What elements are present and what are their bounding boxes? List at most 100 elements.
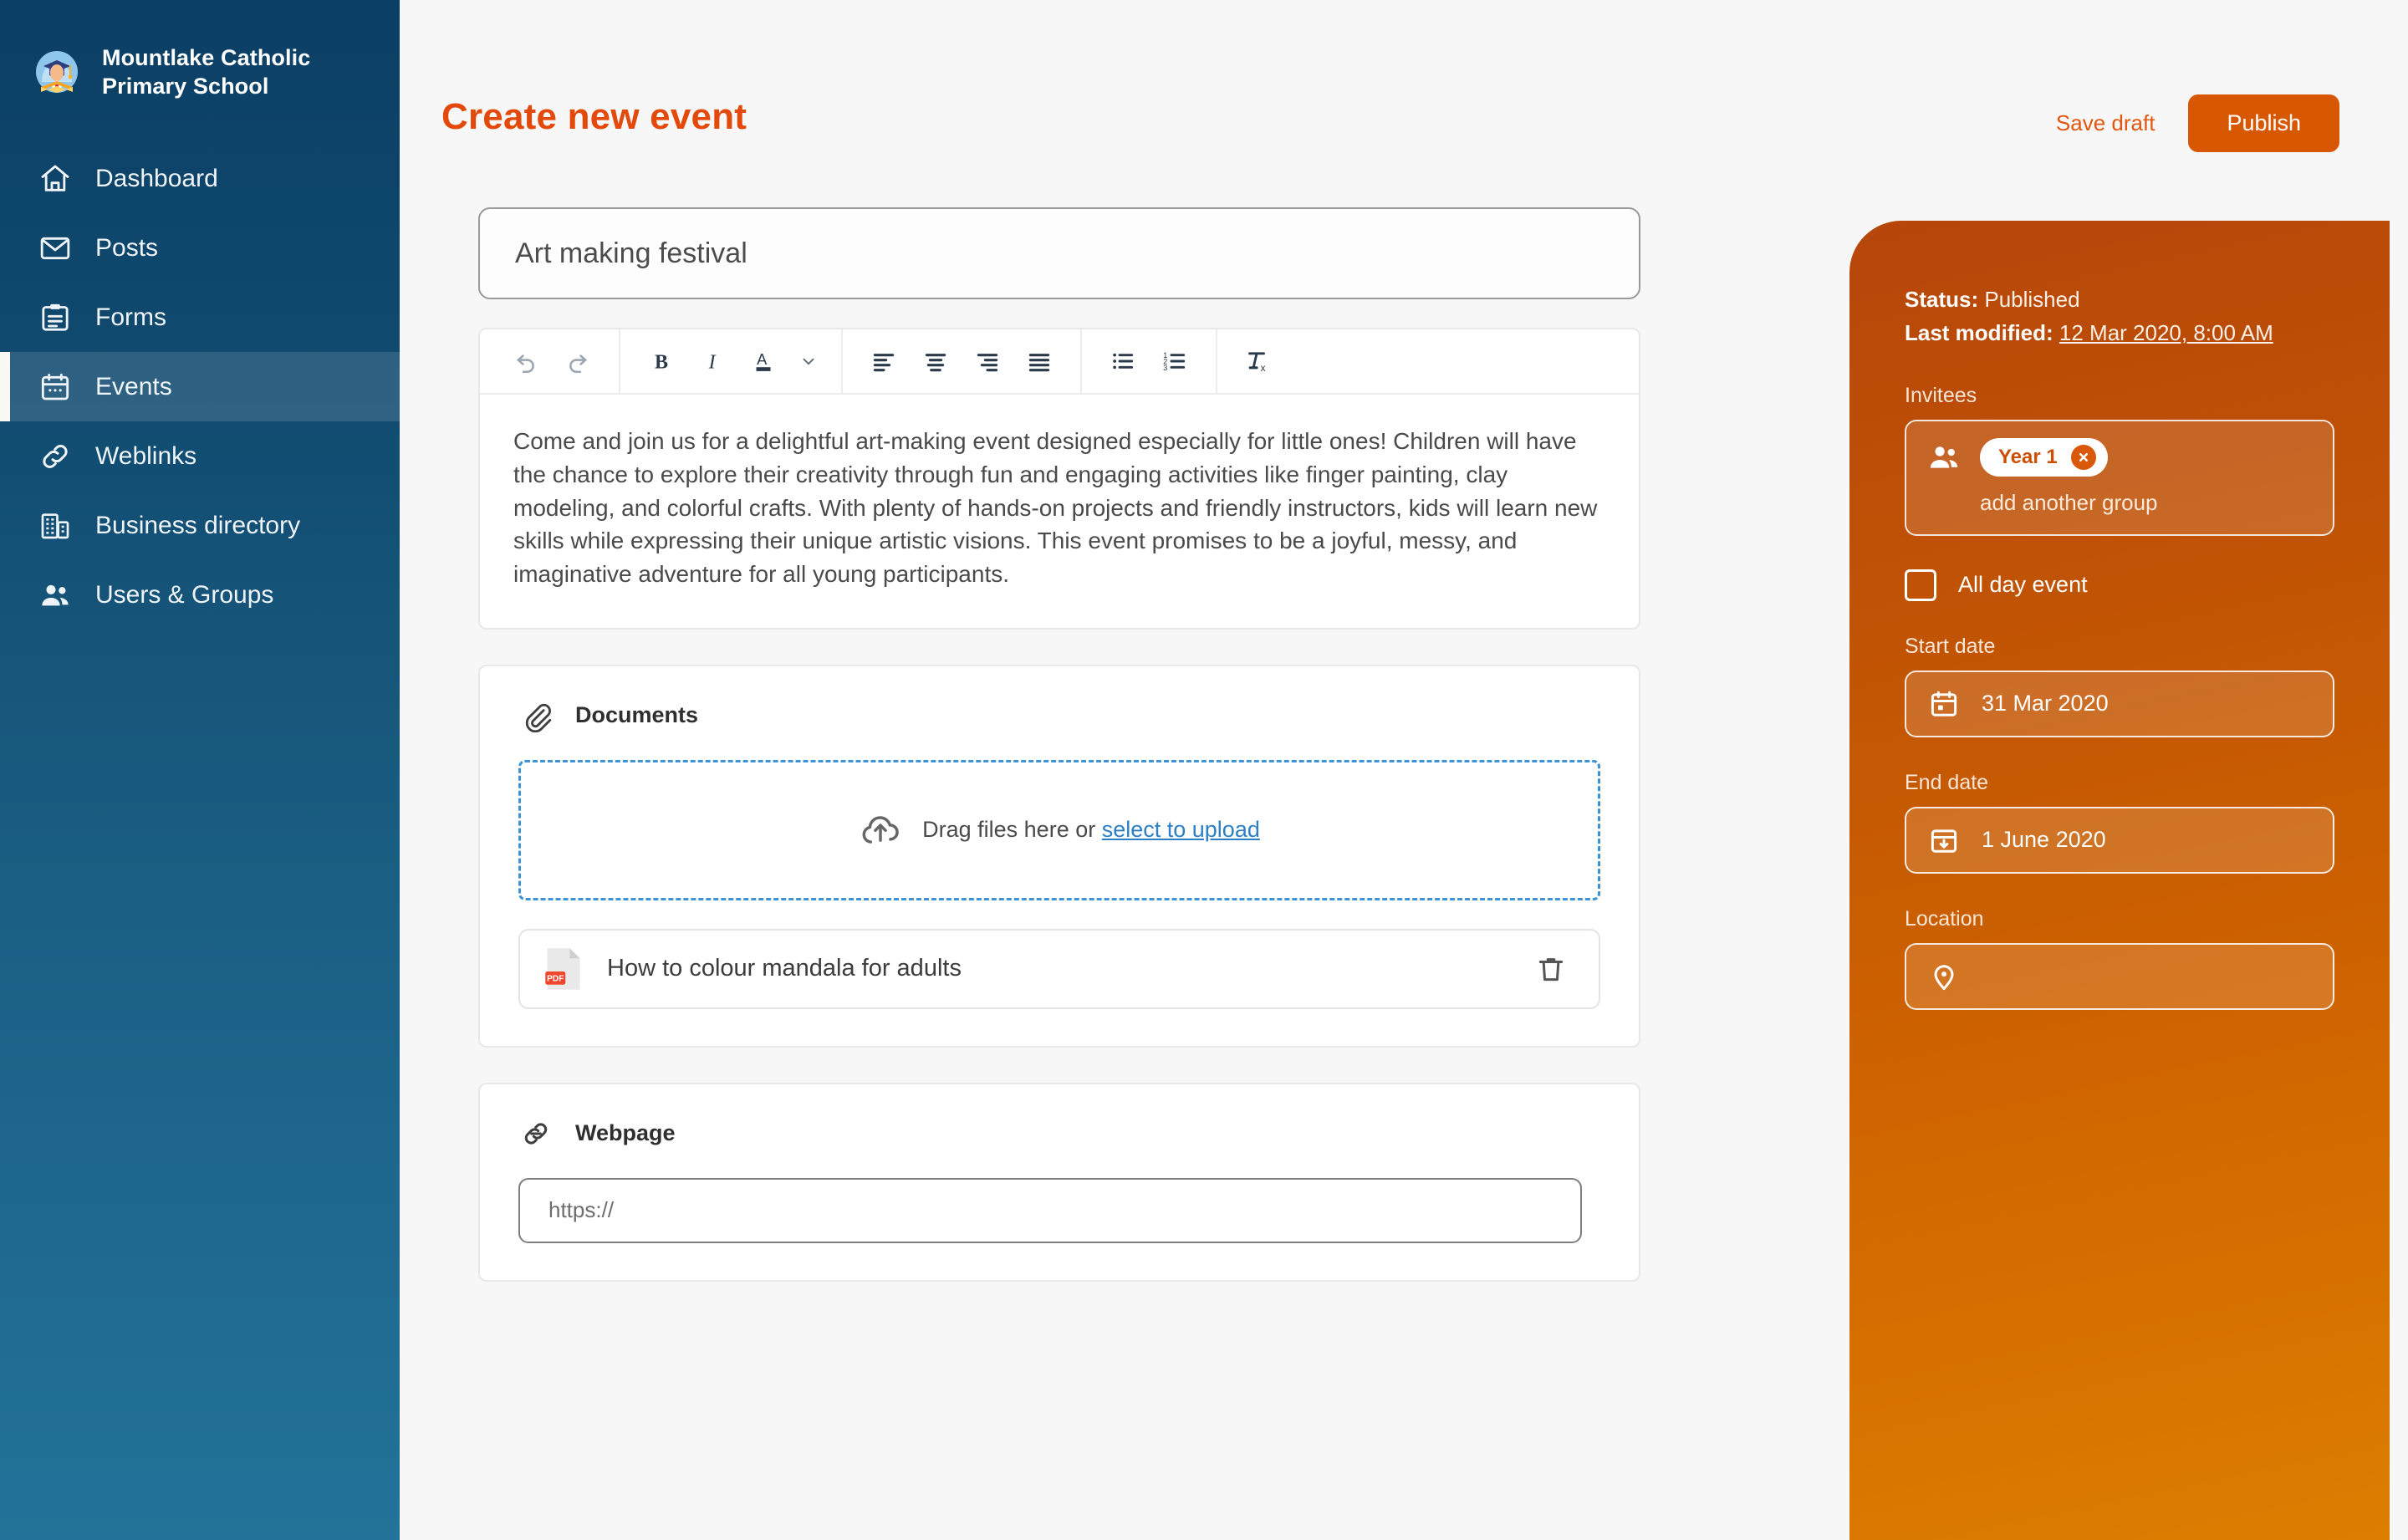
sidebar-item-label: Business directory xyxy=(95,511,301,539)
invitees-label: Invitees xyxy=(1905,383,1977,407)
school-name-line1: Mountlake Catholic xyxy=(102,44,311,70)
sidebar-item-posts[interactable]: Posts xyxy=(0,213,400,283)
status-value: Published xyxy=(1984,287,2080,312)
documents-section: Documents Drag files here or select to u… xyxy=(478,664,1640,1048)
topbar-actions: Save draft Publish xyxy=(2053,94,2339,152)
italic-icon[interactable]: I xyxy=(691,339,736,384)
calendar-icon xyxy=(1928,688,1960,720)
all-day-checkbox[interactable] xyxy=(1905,569,1936,601)
sidebar-item-forms[interactable]: Forms xyxy=(0,283,400,352)
building-icon xyxy=(38,509,72,543)
last-modified-value[interactable]: 12 Mar 2020, 8:00 AM xyxy=(2059,320,2273,345)
sidebar: Mountlake Catholic Primary School Dashbo… xyxy=(0,0,400,1540)
school-name-line2: Primary School xyxy=(102,74,269,99)
align-justify-icon[interactable] xyxy=(1017,339,1062,384)
text-color-icon[interactable]: A xyxy=(742,339,788,384)
last-modified-row: Last modified: 12 Mar 2020, 8:00 AM xyxy=(1905,316,2334,349)
select-to-upload-link[interactable]: select to upload xyxy=(1102,817,1260,842)
clipboard-icon xyxy=(38,301,72,334)
toolbar-group-align xyxy=(843,329,1082,393)
status-row: Status: Published xyxy=(1905,283,2334,316)
home-icon xyxy=(38,162,72,196)
sidebar-item-business-directory[interactable]: Business directory xyxy=(0,491,400,560)
dropzone-prompt: Drag files here or xyxy=(922,817,1102,843)
event-settings-panel: Status: Published Last modified: 12 Mar … xyxy=(1849,221,2390,1540)
link-icon xyxy=(518,1116,554,1151)
sidebar-item-events[interactable]: Events xyxy=(0,352,400,421)
end-date-field[interactable]: 1 June 2020 xyxy=(1905,806,2334,874)
description-text[interactable]: Come and join us for a delightful art-ma… xyxy=(480,395,1639,628)
align-right-icon[interactable] xyxy=(965,339,1010,384)
invitee-chip-label: Year 1 xyxy=(1998,445,2058,468)
pdf-file-icon: PDF xyxy=(543,946,584,992)
toolbar-group-history xyxy=(480,329,620,393)
page-title: Create new event xyxy=(441,96,747,137)
sidebar-nav: Dashboard Posts Forms Events Weblinks Bu… xyxy=(0,144,400,630)
add-another-group-link[interactable]: add another group xyxy=(1926,490,2313,516)
bullet-list-icon[interactable] xyxy=(1100,339,1145,384)
people-icon xyxy=(1926,440,1962,475)
save-draft-button[interactable]: Save draft xyxy=(2053,105,2159,141)
app-root: Mountlake Catholic Primary School Dashbo… xyxy=(0,0,2408,1540)
sidebar-item-users-groups[interactable]: Users & Groups xyxy=(0,560,400,630)
start-date-label: Start date xyxy=(1905,634,1996,658)
brand: Mountlake Catholic Primary School xyxy=(0,37,400,107)
event-form: B I A xyxy=(478,207,1640,1282)
svg-text:A: A xyxy=(757,350,768,368)
event-title-input[interactable] xyxy=(478,207,1640,299)
map-pin-icon xyxy=(1928,961,1960,992)
last-modified-label: Last modified: xyxy=(1905,320,2053,346)
webpage-section: Webpage xyxy=(478,1082,1640,1282)
end-date-label: End date xyxy=(1905,770,1989,794)
people-icon xyxy=(38,579,72,612)
document-list-item[interactable]: PDF How to colour mandala for adults xyxy=(518,928,1600,1009)
envelope-icon xyxy=(38,232,72,265)
editor-toolbar: B I A 1 2 3 x xyxy=(480,329,1639,395)
align-center-icon[interactable] xyxy=(913,339,958,384)
publish-button[interactable]: Publish xyxy=(2188,94,2339,152)
toolbar-group-clear: x xyxy=(1217,329,1299,393)
location-label: Location xyxy=(1905,906,1984,931)
sidebar-item-label: Forms xyxy=(95,303,166,331)
svg-text:PDF: PDF xyxy=(547,974,564,983)
sidebar-item-label: Users & Groups xyxy=(95,580,274,609)
sidebar-item-label: Posts xyxy=(95,233,159,262)
description-editor: B I A 1 2 3 x Come and join us for a del… xyxy=(478,328,1640,630)
paperclip-icon xyxy=(518,698,554,733)
sidebar-item-dashboard[interactable]: Dashboard xyxy=(0,144,400,213)
undo-icon[interactable] xyxy=(503,339,548,384)
bold-icon[interactable]: B xyxy=(639,339,684,384)
all-day-label: All day event xyxy=(1958,572,2088,598)
delete-document-button[interactable] xyxy=(1532,950,1570,988)
start-date-value: 31 Mar 2020 xyxy=(1982,691,2109,716)
invitees-chip-row: Year 1 xyxy=(1926,437,2313,477)
all-day-event-toggle[interactable]: All day event xyxy=(1905,569,2334,601)
redo-icon[interactable] xyxy=(555,339,600,384)
toolbar-group-style: B I A xyxy=(620,329,843,393)
svg-text:I: I xyxy=(708,352,717,374)
sidebar-item-label: Weblinks xyxy=(95,441,197,470)
location-field[interactable] xyxy=(1905,942,2334,1010)
align-left-icon[interactable] xyxy=(861,339,906,384)
calendar-icon xyxy=(38,370,72,404)
invitees-field[interactable]: Year 1 add another group xyxy=(1905,419,2334,536)
chevron-down-icon[interactable] xyxy=(794,339,823,384)
start-date-field[interactable]: 31 Mar 2020 xyxy=(1905,670,2334,737)
school-name: Mountlake Catholic Primary School xyxy=(102,43,310,100)
clear-formatting-icon[interactable]: x xyxy=(1236,339,1281,384)
webpage-url-input[interactable] xyxy=(518,1177,1582,1243)
dropzone-text: Drag files here or select to upload xyxy=(922,817,1260,843)
svg-text:3: 3 xyxy=(1163,364,1167,372)
svg-text:B: B xyxy=(655,352,668,374)
numbered-list-icon[interactable]: 1 2 3 xyxy=(1152,339,1197,384)
file-dropzone[interactable]: Drag files here or select to upload xyxy=(518,759,1600,900)
link-icon xyxy=(38,440,72,473)
remove-invitee-icon[interactable] xyxy=(2070,444,2096,470)
webpage-label: Webpage xyxy=(575,1120,676,1146)
document-name: How to colour mandala for adults xyxy=(607,955,962,982)
end-date-value: 1 June 2020 xyxy=(1982,827,2106,853)
sidebar-item-weblinks[interactable]: Weblinks xyxy=(0,421,400,491)
invitee-chip[interactable]: Year 1 xyxy=(1980,437,2108,477)
toolbar-group-lists: 1 2 3 xyxy=(1082,329,1217,393)
school-logo-icon xyxy=(30,45,84,99)
